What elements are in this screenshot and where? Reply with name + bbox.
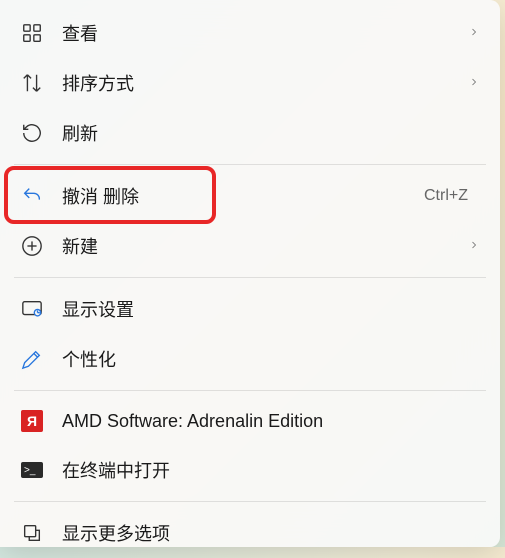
menu-item-new[interactable]: 新建 — [6, 221, 494, 271]
menu-label: AMD Software: Adrenalin Edition — [62, 411, 480, 432]
menu-divider — [14, 501, 486, 502]
menu-label: 刷新 — [62, 120, 480, 146]
terminal-icon: >_ — [20, 458, 44, 482]
menu-item-undo[interactable]: 撤消 删除 Ctrl+Z — [6, 171, 494, 221]
menu-item-terminal[interactable]: >_ 在终端中打开 — [6, 445, 494, 495]
menu-item-more-options[interactable]: 显示更多选项 — [6, 508, 494, 558]
refresh-icon — [20, 121, 44, 145]
sort-icon — [20, 71, 44, 95]
menu-label: 在终端中打开 — [62, 457, 480, 483]
menu-divider — [14, 164, 486, 165]
chevron-right-icon — [468, 238, 480, 254]
menu-label: 新建 — [62, 233, 468, 259]
new-icon — [20, 234, 44, 258]
undo-icon — [20, 184, 44, 208]
context-menu: 查看 排序方式 刷新 撤消 删除 Ctrl+Z 新建 — [0, 0, 500, 547]
chevron-right-icon — [468, 25, 480, 41]
menu-label: 显示更多选项 — [62, 520, 480, 546]
personalize-icon — [20, 347, 44, 371]
menu-label: 个性化 — [62, 346, 480, 372]
menu-label: 排序方式 — [62, 70, 468, 96]
view-icon — [20, 21, 44, 45]
menu-item-sort[interactable]: 排序方式 — [6, 58, 494, 108]
menu-label: 显示设置 — [62, 296, 480, 322]
menu-label: 查看 — [62, 20, 468, 46]
menu-item-refresh[interactable]: 刷新 — [6, 108, 494, 158]
menu-divider — [14, 277, 486, 278]
display-settings-icon — [20, 297, 44, 321]
shortcut-label: Ctrl+Z — [424, 187, 468, 205]
menu-divider — [14, 390, 486, 391]
menu-item-amd[interactable]: Я AMD Software: Adrenalin Edition — [6, 397, 494, 445]
menu-item-personalize[interactable]: 个性化 — [6, 334, 494, 384]
menu-item-view[interactable]: 查看 — [6, 8, 494, 58]
menu-label: 撤消 删除 — [62, 183, 424, 209]
amd-icon: Я — [20, 409, 44, 433]
chevron-right-icon — [468, 75, 480, 91]
more-options-icon — [20, 521, 44, 545]
menu-item-display-settings[interactable]: 显示设置 — [6, 284, 494, 334]
